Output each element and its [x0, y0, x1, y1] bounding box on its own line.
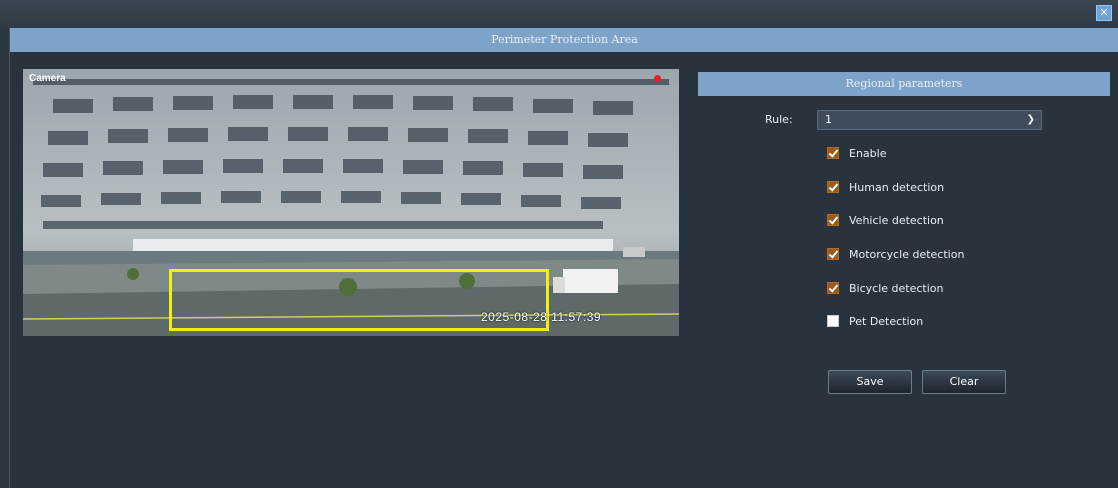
- motorcycle-detection-checkbox[interactable]: [827, 248, 839, 260]
- enable-label: Enable: [849, 147, 887, 160]
- regional-parameters: Regional parameters Rule: 1 ❯ Enable Hum…: [698, 72, 1110, 394]
- camera-label: Camera: [29, 73, 66, 84]
- panel-title: Perimeter Protection Area: [10, 28, 1118, 52]
- vehicle-detection-label: Vehicle detection: [849, 214, 944, 227]
- enable-checkbox[interactable]: [827, 147, 839, 159]
- human-detection-label: Human detection: [849, 181, 945, 194]
- rule-label: Rule:: [765, 113, 793, 126]
- rule-value: 1: [825, 113, 832, 126]
- clear-button[interactable]: Clear: [922, 370, 1006, 394]
- rule-row: Rule: 1 ❯: [698, 110, 1110, 130]
- window-titlebar: ✕: [0, 0, 1118, 28]
- perimeter-panel: Perimeter Protection Area Camera 2025-08…: [9, 28, 1118, 488]
- camera-timestamp: 2025-08-28 11:57:39: [481, 310, 602, 324]
- params-title: Regional parameters: [698, 72, 1110, 96]
- bicycle-detection-label: Bicycle detection: [849, 282, 944, 295]
- motorcycle-detection-label: Motorcycle detection: [849, 248, 965, 261]
- vehicle-detection-checkbox[interactable]: [827, 214, 839, 226]
- human-detection-checkbox[interactable]: [827, 181, 839, 193]
- chevron-down-icon: ❯: [1026, 114, 1035, 125]
- camera-view[interactable]: Camera 2025-08-28 11:57:39: [23, 69, 679, 336]
- bicycle-detection-checkbox[interactable]: [827, 282, 839, 294]
- record-indicator-icon: [654, 75, 661, 82]
- save-button[interactable]: Save: [828, 370, 912, 394]
- pet-detection-label: Pet Detection: [849, 315, 924, 328]
- pet-detection-checkbox[interactable]: [827, 315, 839, 327]
- rule-select[interactable]: 1 ❯: [817, 110, 1042, 130]
- close-icon[interactable]: ✕: [1096, 5, 1112, 21]
